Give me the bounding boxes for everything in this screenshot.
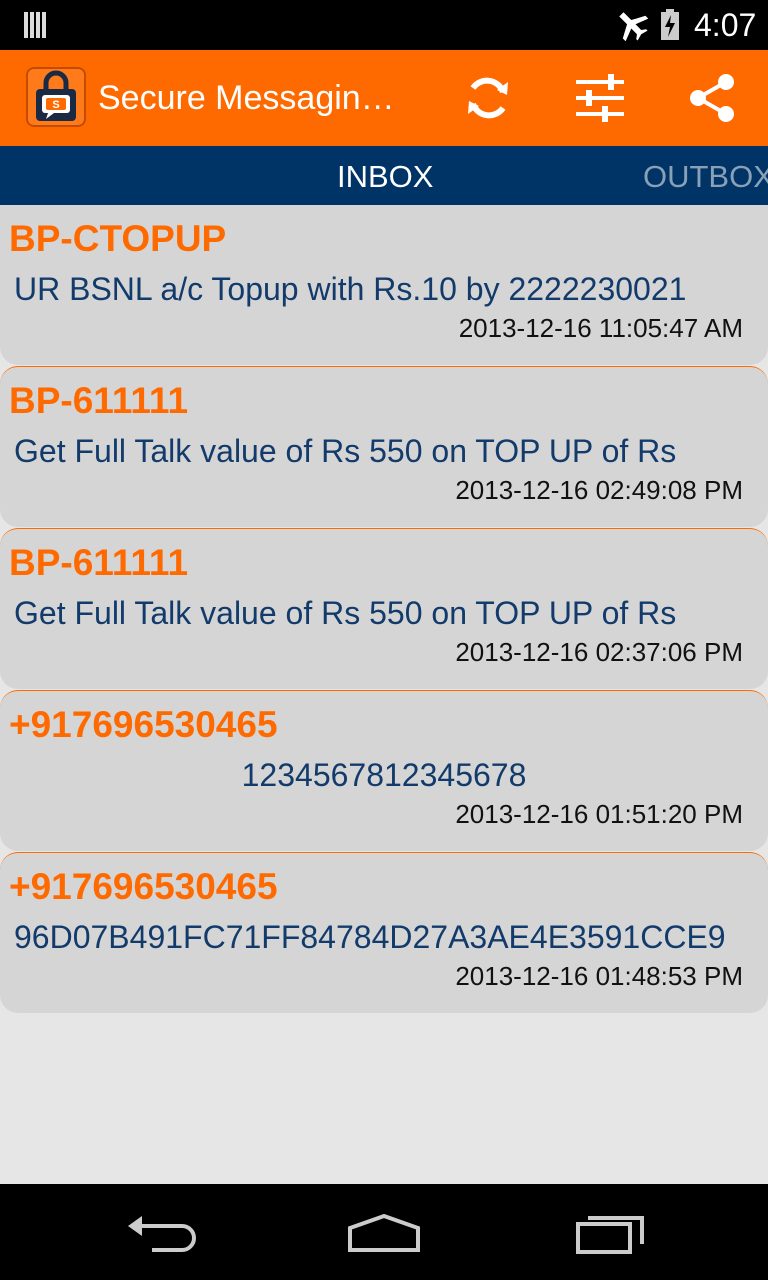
message-item[interactable]: +917696530465 1234567812345678 2013-12-1… — [0, 690, 768, 851]
message-item[interactable]: BP-611111 Get Full Talk value of Rs 550 … — [0, 366, 768, 527]
svg-text:S: S — [52, 99, 59, 111]
back-icon — [128, 1216, 196, 1252]
status-time: 4:07 — [694, 7, 757, 43]
settings-icon — [576, 74, 624, 122]
refresh-icon — [468, 77, 508, 119]
tab-outbox[interactable]: OUTBOX — [643, 146, 768, 205]
share-button[interactable] — [682, 68, 742, 128]
message-time: 2013-12-16 02:49:08 PM — [455, 475, 743, 505]
action-bar: S Secure Messagin… — [0, 50, 768, 146]
tab-bar: INBOX OUTBOX — [0, 146, 768, 205]
message-item[interactable]: BP-611111 Get Full Talk value of Rs 550 … — [0, 528, 768, 689]
message-time: 2013-12-16 02:37:06 PM — [455, 637, 743, 667]
navigation-bar — [0, 1184, 768, 1280]
home-button[interactable] — [336, 1204, 432, 1260]
recent-apps-icon — [576, 1216, 644, 1254]
message-body: UR BSNL a/c Topup with Rs.10 by 22222300… — [14, 271, 687, 307]
message-body: 96D07B491FC71FF84784D27A3AE4E3591CCE9 — [14, 919, 726, 955]
recent-apps-button[interactable] — [560, 1204, 656, 1260]
share-icon — [690, 74, 734, 122]
message-item[interactable]: +917696530465 96D07B491FC71FF84784D27A3A… — [0, 852, 768, 1013]
back-button[interactable] — [112, 1204, 208, 1260]
message-time: 2013-12-16 11:05:47 AM — [458, 313, 743, 343]
app-title: Secure Messagin… — [98, 79, 395, 117]
message-sender: BP-611111 — [9, 542, 189, 583]
message-sender: BP-CTOPUP — [9, 218, 227, 259]
airplane-icon — [619, 12, 649, 42]
message-time: 2013-12-16 01:51:20 PM — [455, 799, 743, 829]
battery-icon — [661, 9, 679, 40]
app-icon[interactable]: S — [26, 67, 86, 127]
message-body: 1234567812345678 — [241, 757, 527, 793]
message-time: 2013-12-16 01:48:53 PM — [455, 961, 743, 991]
tab-inbox[interactable]: INBOX — [337, 146, 433, 205]
signal-icon — [24, 12, 46, 38]
home-icon — [348, 1213, 420, 1252]
message-sender: BP-611111 — [9, 380, 189, 421]
message-body: Get Full Talk value of Rs 550 on TOP UP … — [14, 595, 677, 631]
message-item[interactable]: BP-CTOPUP UR BSNL a/c Topup with Rs.10 b… — [0, 205, 768, 365]
message-sender: +917696530465 — [9, 704, 278, 745]
settings-button[interactable] — [570, 68, 630, 128]
message-sender: +917696530465 — [9, 866, 278, 907]
message-body: Get Full Talk value of Rs 550 on TOP UP … — [14, 433, 677, 469]
refresh-button[interactable] — [458, 68, 518, 128]
status-bar: 4:07 — [0, 0, 768, 50]
message-list: BP-CTOPUP UR BSNL a/c Topup with Rs.10 b… — [0, 205, 768, 1014]
